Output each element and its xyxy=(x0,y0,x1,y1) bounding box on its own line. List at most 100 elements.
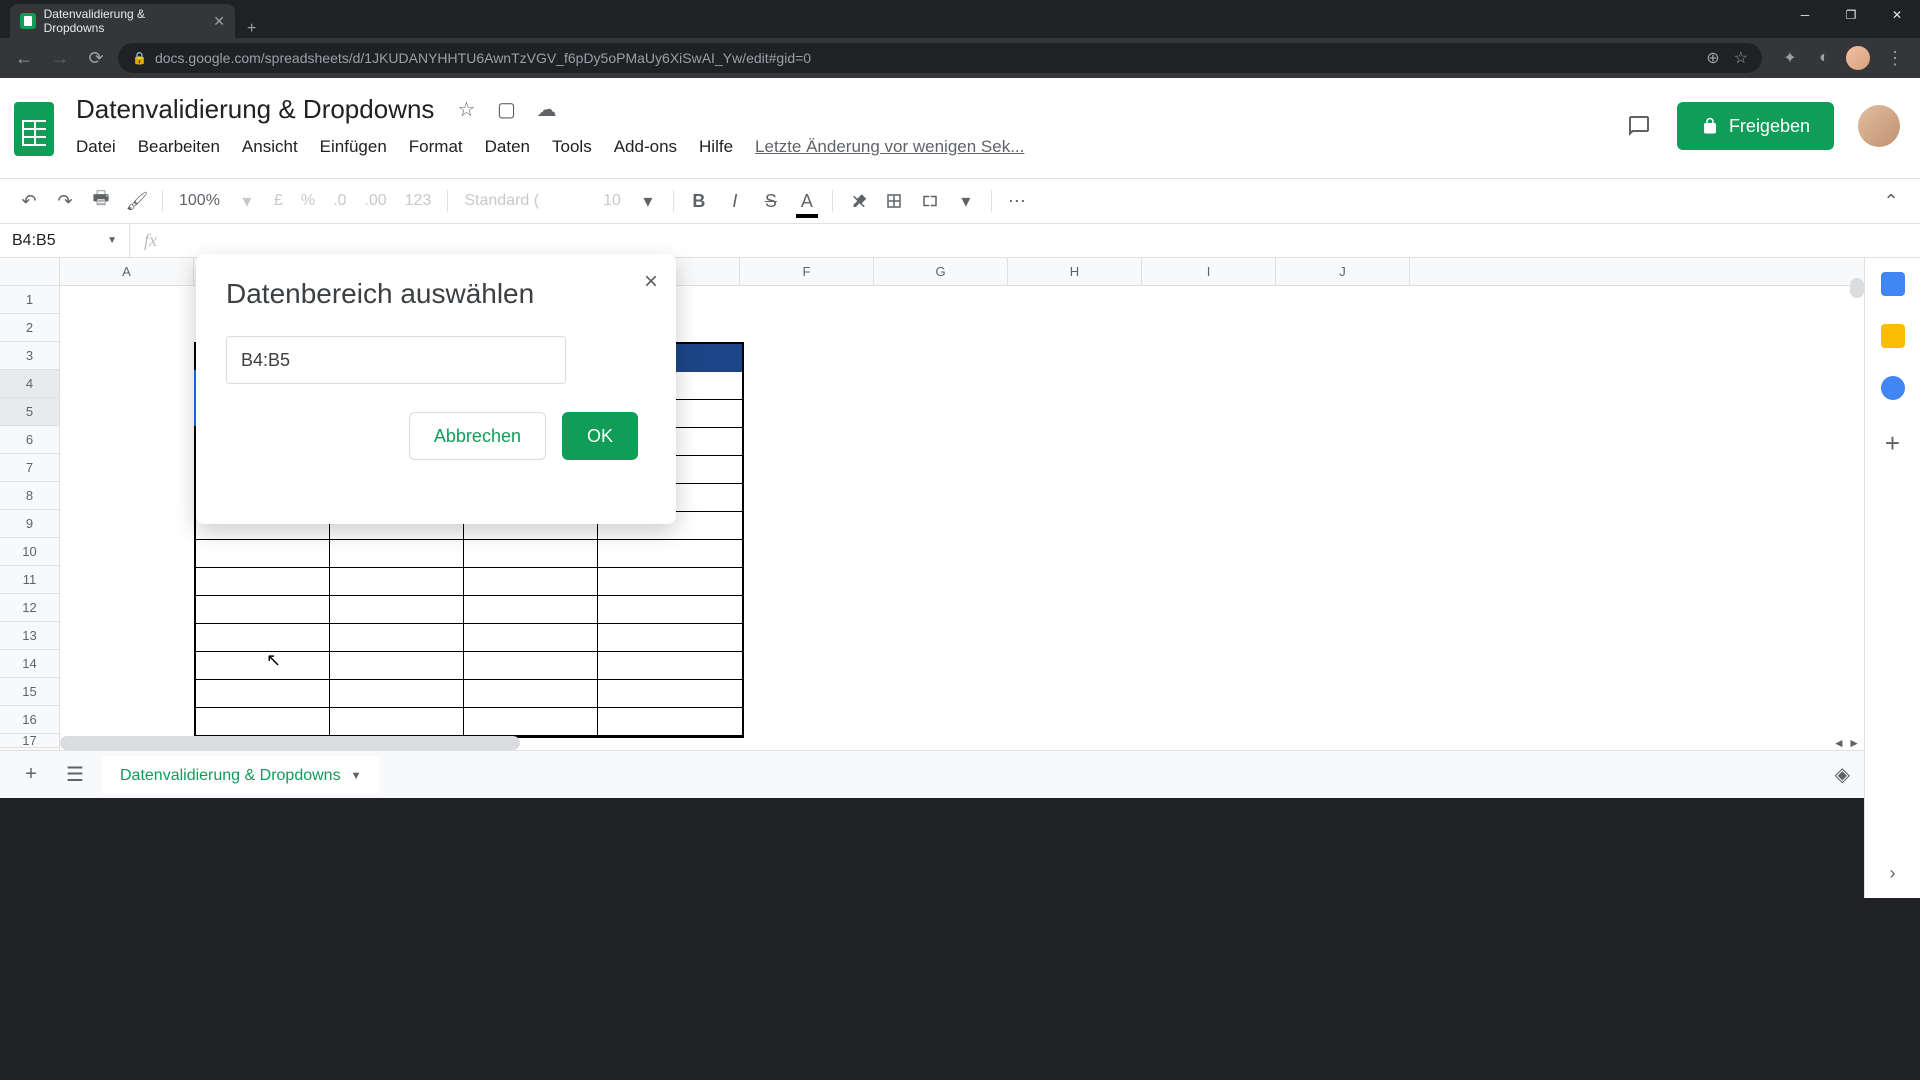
document-title[interactable]: Datenvalidierung & Dropdowns xyxy=(70,92,440,127)
row-header[interactable]: 12 xyxy=(0,594,59,622)
sheets-logo-icon[interactable] xyxy=(8,94,60,164)
sheet-tab[interactable]: Datenvalidierung & Dropdowns ▼ xyxy=(102,756,379,794)
row-header[interactable]: 6 xyxy=(0,426,59,454)
merge-button[interactable] xyxy=(915,186,945,216)
explore-button[interactable]: ◈ xyxy=(1835,762,1850,787)
fill-color-button[interactable] xyxy=(843,186,873,216)
url-field[interactable]: 🔒 docs.google.com/spreadsheets/d/1JKUDAN… xyxy=(118,43,1762,73)
horizontal-scrollbar[interactable] xyxy=(60,736,520,750)
zoom-icon[interactable]: ⊕ xyxy=(1706,48,1719,68)
extension-item-icon[interactable]: ◐ xyxy=(1812,46,1836,70)
zoom-select[interactable]: 100% xyxy=(173,192,226,210)
redo-button[interactable]: ↷ xyxy=(50,186,80,216)
currency-button[interactable]: £ xyxy=(268,192,289,210)
menu-ansicht[interactable]: Ansicht xyxy=(232,133,308,161)
browser-menu-icon[interactable]: ⋮ xyxy=(1880,48,1910,69)
forward-button[interactable]: → xyxy=(46,44,74,72)
row-header[interactable]: 1 xyxy=(0,286,59,314)
column-header[interactable]: I xyxy=(1142,258,1276,285)
menu-datei[interactable]: Datei xyxy=(66,133,126,161)
text-color-button[interactable]: A xyxy=(792,186,822,216)
keep-icon[interactable] xyxy=(1881,324,1905,348)
font-size-dropdown-icon[interactable]: ▾ xyxy=(633,186,663,216)
tab-close-icon[interactable]: ✕ xyxy=(213,13,225,30)
maximize-button[interactable]: ❐ xyxy=(1828,0,1874,30)
row-header[interactable]: 9 xyxy=(0,510,59,538)
column-header[interactable]: H xyxy=(1008,258,1142,285)
format-more-button[interactable]: 123 xyxy=(399,192,438,210)
decimal-inc-button[interactable]: .00 xyxy=(358,192,392,210)
tasks-icon[interactable] xyxy=(1881,376,1905,400)
row-header[interactable]: 15 xyxy=(0,678,59,706)
ok-button[interactable]: OK xyxy=(562,412,638,460)
range-input[interactable] xyxy=(226,336,566,384)
strike-button[interactable]: S xyxy=(756,186,786,216)
dialog-close-button[interactable]: × xyxy=(644,268,658,296)
cloud-status-icon[interactable]: ☁ xyxy=(532,97,560,122)
comments-button[interactable] xyxy=(1619,106,1659,146)
font-select[interactable]: Standard ( xyxy=(458,192,545,210)
menu-daten[interactable]: Daten xyxy=(475,133,540,161)
side-panel-collapse-icon[interactable]: › xyxy=(1890,863,1896,884)
row-header[interactable]: 8 xyxy=(0,482,59,510)
sheet-tab-menu-icon[interactable]: ▼ xyxy=(351,770,362,782)
new-tab-button[interactable]: + xyxy=(235,20,268,38)
font-size[interactable]: 10 xyxy=(597,192,627,210)
row-header[interactable]: 17 xyxy=(0,734,59,748)
undo-button[interactable]: ↶ xyxy=(14,186,44,216)
menu-hilfe[interactable]: Hilfe xyxy=(689,133,743,161)
browser-tab[interactable]: Datenvalidierung & Dropdowns ✕ xyxy=(10,4,235,38)
borders-button[interactable] xyxy=(879,186,909,216)
move-icon[interactable]: ▢ xyxy=(492,97,520,122)
extensions-icon[interactable]: ✦ xyxy=(1778,46,1802,70)
last-edit-link[interactable]: Letzte Änderung vor wenigen Sek... xyxy=(745,133,1034,161)
back-button[interactable]: ← xyxy=(10,44,38,72)
column-header[interactable]: J xyxy=(1276,258,1410,285)
account-avatar[interactable] xyxy=(1858,105,1900,147)
row-header[interactable]: 3 xyxy=(0,342,59,370)
paint-format-button[interactable]: 🖌 xyxy=(122,186,152,216)
row-header[interactable]: 2 xyxy=(0,314,59,342)
column-header[interactable]: A xyxy=(60,258,194,285)
column-header[interactable]: G xyxy=(874,258,1008,285)
add-sheet-button[interactable]: + xyxy=(14,758,48,792)
calendar-icon[interactable] xyxy=(1881,272,1905,296)
select-all-corner[interactable] xyxy=(0,258,59,286)
name-box-dropdown-icon[interactable]: ▼ xyxy=(107,235,117,246)
menu-addons[interactable]: Add-ons xyxy=(604,133,687,161)
minimize-button[interactable]: ─ xyxy=(1782,0,1828,30)
more-toolbar-button[interactable]: ⋯ xyxy=(1002,186,1032,216)
profile-avatar[interactable] xyxy=(1846,46,1870,70)
all-sheets-button[interactable]: ☰ xyxy=(58,758,92,792)
row-header[interactable]: 13 xyxy=(0,622,59,650)
row-header[interactable]: 4 xyxy=(0,370,59,398)
row-header[interactable]: 10 xyxy=(0,538,59,566)
percent-button[interactable]: % xyxy=(295,192,321,210)
zoom-dropdown-icon[interactable]: ▾ xyxy=(232,186,262,216)
merge-dropdown-icon[interactable]: ▾ xyxy=(951,186,981,216)
row-header[interactable]: 11 xyxy=(0,566,59,594)
row-header[interactable]: 5 xyxy=(0,398,59,426)
menu-einfuegen[interactable]: Einfügen xyxy=(310,133,397,161)
share-button[interactable]: Freigeben xyxy=(1677,102,1834,150)
reload-button[interactable]: ⟳ xyxy=(82,44,110,72)
close-window-button[interactable]: ✕ xyxy=(1874,0,1920,30)
name-box[interactable]: B4:B5 ▼ xyxy=(0,224,130,257)
add-addon-button[interactable]: + xyxy=(1885,428,1900,459)
bold-button[interactable]: B xyxy=(684,186,714,216)
decimal-dec-button[interactable]: .0 xyxy=(327,192,352,210)
vertical-scrollbar[interactable] xyxy=(1850,278,1864,298)
column-header[interactable]: F xyxy=(740,258,874,285)
collapse-toolbar-button[interactable]: ⌃ xyxy=(1876,186,1906,216)
menu-bearbeiten[interactable]: Bearbeiten xyxy=(128,133,230,161)
row-header[interactable]: 14 xyxy=(0,650,59,678)
spreadsheet-grid[interactable]: 1 2 3 4 5 6 7 8 9 10 11 12 13 14 15 16 1… xyxy=(0,258,1920,766)
row-header[interactable]: 16 xyxy=(0,706,59,734)
star-icon[interactable]: ☆ xyxy=(1734,48,1748,68)
menu-tools[interactable]: Tools xyxy=(542,133,602,161)
italic-button[interactable]: I xyxy=(720,186,750,216)
scroll-arrows[interactable]: ◄ ► xyxy=(1833,736,1860,750)
star-icon[interactable]: ☆ xyxy=(452,97,480,122)
print-button[interactable]: 🖶 xyxy=(86,186,116,216)
cancel-button[interactable]: Abbrechen xyxy=(409,412,546,460)
